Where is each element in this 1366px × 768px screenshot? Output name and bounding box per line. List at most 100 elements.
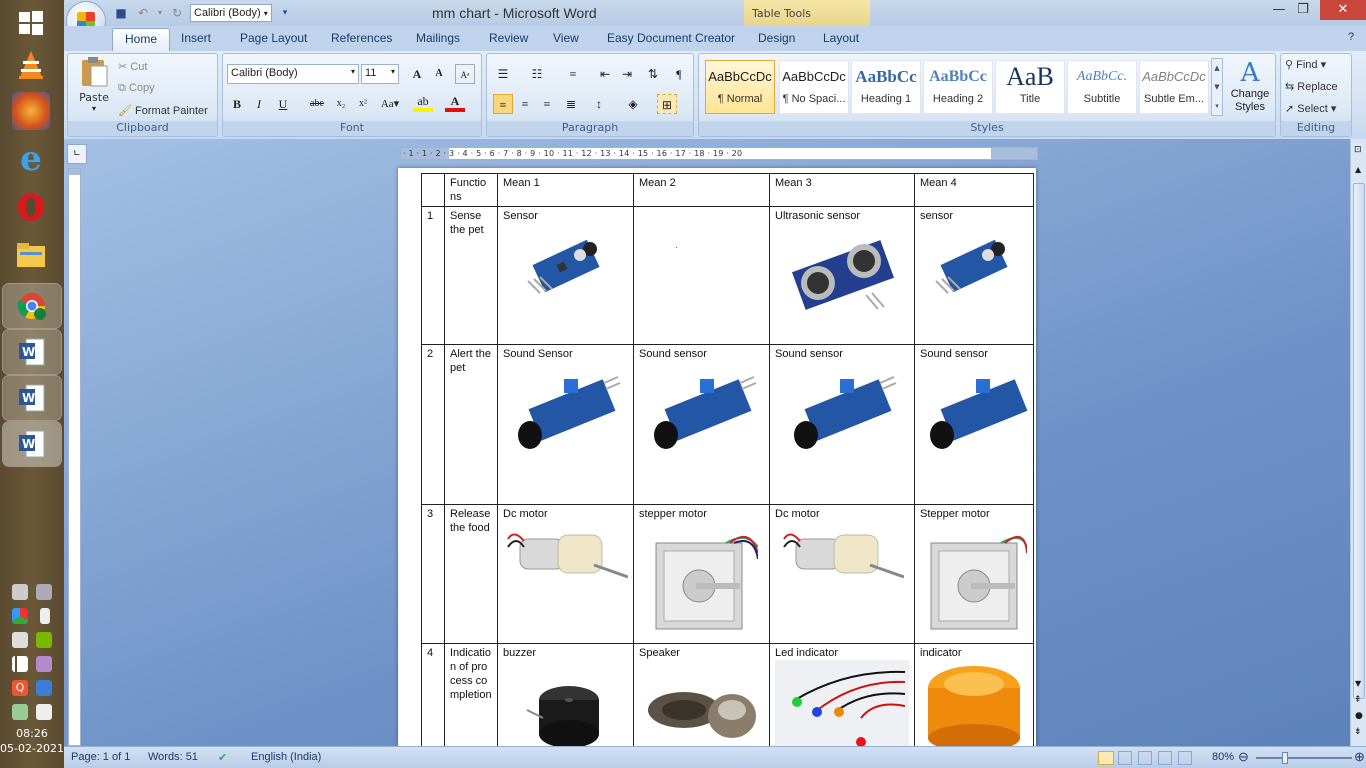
change-styles-button[interactable]: A Change Styles xyxy=(1227,58,1273,120)
styles-scroll[interactable]: ▲ ▼ ▾ xyxy=(1211,58,1223,116)
function-cell[interactable]: Alert the pet xyxy=(444,344,498,505)
copy-button[interactable]: ⧉ Copy xyxy=(118,82,155,95)
row-number[interactable]: 4 xyxy=(421,643,445,746)
chrome-icon[interactable] xyxy=(2,283,62,329)
font-color-icon[interactable]: A xyxy=(445,94,465,112)
style-no-spacing[interactable]: AaBbCcDc ¶ No Spaci... xyxy=(779,60,849,114)
style-heading-2[interactable]: AaBbCc Heading 2 xyxy=(923,60,993,114)
document-page[interactable]: Functions Mean 1 Mean 2 Mean 3 Mean 4 1 … xyxy=(398,168,1036,746)
redo-icon[interactable]: ↻ xyxy=(168,4,186,22)
browse-object-icon[interactable]: ● xyxy=(1355,711,1363,721)
font-size-box[interactable]: 11 ▾ xyxy=(361,64,399,84)
tab-references[interactable]: References xyxy=(331,31,392,45)
tab-insert[interactable]: Insert xyxy=(181,31,211,45)
quick-heal-icon[interactable]: Q xyxy=(12,680,28,696)
function-cell[interactable]: Indication of process completion xyxy=(444,643,498,746)
style-title[interactable]: AaB Title xyxy=(995,60,1065,114)
tab-review[interactable]: Review xyxy=(489,31,528,45)
language-indicator[interactable]: English (India) xyxy=(251,751,321,763)
select-button[interactable]: ➚ Select ▾ xyxy=(1285,102,1336,115)
tab-layout[interactable]: Layout xyxy=(823,31,859,45)
header-cell[interactable]: Functions xyxy=(444,173,498,207)
web-layout-icon[interactable] xyxy=(1138,751,1152,765)
borders-icon[interactable]: ⊞ xyxy=(657,94,677,114)
outline-view-icon[interactable] xyxy=(1158,751,1172,765)
table-cell[interactable]: · xyxy=(633,206,770,345)
network-icon[interactable] xyxy=(36,584,52,600)
show-formatting-icon[interactable]: ¶ xyxy=(669,64,689,84)
function-cell[interactable]: Sense the pet xyxy=(444,206,498,345)
vertical-scrollbar[interactable]: ⊡ ▲ ▼ ⇞ ● ⇟ xyxy=(1350,139,1366,746)
scroll-up-icon[interactable]: ▲ xyxy=(1355,165,1361,174)
shading-icon[interactable]: ◈ xyxy=(623,94,643,114)
line-spacing-icon[interactable]: ↕ xyxy=(589,94,609,114)
proofing-icon[interactable]: ✔ xyxy=(218,751,227,764)
qat-font-box[interactable]: Calibri (Body) ▾ xyxy=(190,4,272,22)
row-number[interactable]: 3 xyxy=(421,504,445,644)
tab-page-layout[interactable]: Page Layout xyxy=(240,31,307,45)
table-cell[interactable]: Sensor xyxy=(497,206,634,345)
scroll-down-icon[interactable]: ▼ xyxy=(1355,679,1361,688)
table-cell[interactable]: Dc motor xyxy=(497,504,634,644)
previous-page-icon[interactable]: ⇞ xyxy=(1354,695,1362,705)
internet-explorer-icon[interactable]: e xyxy=(12,139,50,179)
numbering-icon[interactable]: ☷ xyxy=(527,64,547,84)
zoom-slider[interactable] xyxy=(1256,757,1352,759)
format-painter-button[interactable]: 🖌 Format Painter xyxy=(118,104,208,117)
customize-qat-icon[interactable]: ▾ xyxy=(276,4,294,22)
word-window-icon[interactable]: W xyxy=(2,329,62,375)
print-layout-view-icon[interactable] xyxy=(1098,751,1114,765)
horizontal-ruler[interactable]: · 1 · 1 · 2 · 3 · 4 · 5 · 6 · 7 · 8 · 9 … xyxy=(400,147,1038,160)
vertical-ruler[interactable] xyxy=(68,168,81,746)
volume-icon[interactable] xyxy=(12,632,28,648)
sort-icon[interactable]: ⇅ xyxy=(643,64,663,84)
close-button[interactable]: ✕ xyxy=(1320,0,1366,20)
tab-view[interactable]: View xyxy=(553,31,579,45)
header-cell[interactable]: Mean 2 xyxy=(633,173,770,207)
subscript-icon[interactable]: x₂ xyxy=(331,94,351,114)
next-page-icon[interactable]: ⇟ xyxy=(1354,727,1362,737)
function-cell[interactable]: Release the food xyxy=(444,504,498,644)
replace-button[interactable]: ⇆ Replace xyxy=(1285,80,1338,93)
strikethrough-icon[interactable]: abe xyxy=(307,94,327,114)
increase-indent-icon[interactable]: ⇥ xyxy=(617,64,637,84)
word-window-icon[interactable]: W xyxy=(2,375,62,421)
header-cell[interactable]: Mean 1 xyxy=(497,173,634,207)
cut-button[interactable]: ✂ Cut xyxy=(118,60,147,73)
word-count[interactable]: Words: 51 xyxy=(148,751,198,763)
tab-design[interactable]: Design xyxy=(758,31,795,45)
clock[interactable]: 08:26 05-02-2021 xyxy=(0,726,64,756)
align-left-icon[interactable]: ≡ xyxy=(493,94,513,114)
zoom-out-icon[interactable]: ⊖ xyxy=(1238,749,1249,765)
zoom-level[interactable]: 80% xyxy=(1212,751,1234,763)
app-tray-icon[interactable] xyxy=(12,608,28,624)
highlight-icon[interactable]: ab xyxy=(413,94,433,112)
opera-icon[interactable] xyxy=(12,188,50,226)
table-cell[interactable]: buzzer xyxy=(497,643,634,746)
app-tray-icon[interactable] xyxy=(36,680,52,696)
table-cell[interactable]: Sound sensor xyxy=(769,344,915,505)
table-cell[interactable]: Led indicator xyxy=(769,643,915,746)
draft-view-icon[interactable] xyxy=(1178,751,1192,765)
table-cell[interactable]: Sound sensor xyxy=(914,344,1034,505)
nvidia-icon[interactable] xyxy=(36,632,52,648)
table-cell[interactable]: stepper motor xyxy=(633,504,770,644)
underline-icon[interactable]: U xyxy=(273,94,293,114)
word-window-icon[interactable]: W xyxy=(2,421,62,467)
tab-home[interactable]: Home xyxy=(112,28,171,51)
decrease-indent-icon[interactable]: ⇤ xyxy=(595,64,615,84)
table-cell[interactable]: indicator xyxy=(914,643,1034,746)
vlc-icon[interactable] xyxy=(12,46,50,84)
change-case-icon[interactable]: Aa▾ xyxy=(377,94,403,114)
table-cell[interactable]: Stepper motor xyxy=(914,504,1034,644)
firefox-icon[interactable] xyxy=(12,92,50,130)
row-number[interactable]: 1 xyxy=(421,206,445,345)
find-button[interactable]: ⚲ Find ▾ xyxy=(1285,58,1326,71)
style-subtle-emphasis[interactable]: AaBbCcDc Subtle Em... xyxy=(1139,60,1209,114)
undo-dropdown-icon[interactable]: ▾ xyxy=(156,4,164,22)
table-cell[interactable]: Speaker xyxy=(633,643,770,746)
signal-icon[interactable] xyxy=(12,656,28,672)
save-icon[interactable]: ■ xyxy=(112,4,130,22)
bullets-icon[interactable]: ☰ xyxy=(493,64,513,84)
align-right-icon[interactable]: ≡ xyxy=(537,94,557,114)
